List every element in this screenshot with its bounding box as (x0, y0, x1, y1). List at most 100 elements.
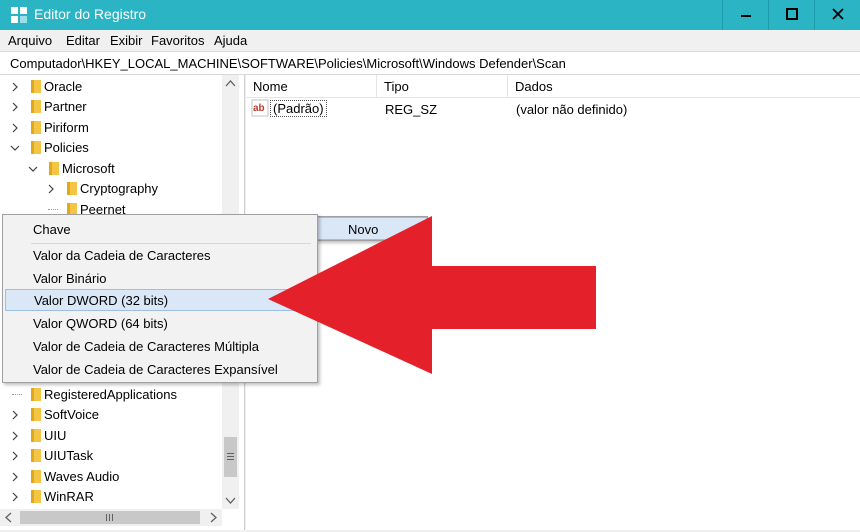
novo-submenu: Chave Valor da Cadeia de Caracteres Valo… (2, 214, 318, 383)
chevron-right-icon[interactable] (8, 121, 22, 135)
tree-item-microsoft[interactable]: Microsoft (26, 159, 220, 179)
folder-icon (31, 470, 41, 483)
submenu-item-qword-value[interactable]: Valor QWORD (64 bits) (3, 312, 317, 334)
close-icon (832, 8, 844, 20)
folder-icon (31, 100, 41, 113)
tree-item-label: Policies (44, 140, 89, 155)
svg-text:ab: ab (253, 103, 265, 114)
tree-item-label: Cryptography (80, 181, 159, 196)
address-path: Computador\HKEY_LOCAL_MACHINE\SOFTWARE\P… (10, 56, 566, 71)
column-header-tipo[interactable]: Tipo (377, 75, 508, 98)
submenu-item-label: Valor DWORD (32 bits) (34, 293, 169, 308)
submenu-item-chave[interactable]: Chave (3, 218, 317, 240)
tree-item-oracle[interactable]: Oracle (8, 77, 220, 97)
grip-icon (106, 514, 113, 521)
submenu-item-label: Valor de Cadeia de Caracteres Múltipla (33, 339, 259, 354)
maximize-button[interactable] (768, 0, 815, 30)
submenu-item-label: Valor da Cadeia de Caracteres (33, 248, 211, 263)
scroll-left-icon[interactable] (0, 509, 17, 526)
tree-horizontal-scrollbar[interactable] (0, 509, 222, 526)
submenu-arrow-icon: › (412, 220, 417, 236)
tree-item-cryptography[interactable]: Cryptography (44, 179, 220, 199)
registry-editor-icon (11, 7, 27, 23)
folder-icon (31, 449, 41, 462)
tree-item-piriform[interactable]: Piriform (8, 118, 220, 138)
chevron-right-icon[interactable] (8, 408, 22, 422)
minimize-button[interactable] (722, 0, 769, 30)
tree-item-winrar[interactable]: WinRAR (8, 487, 220, 507)
submenu-item-binary-value[interactable]: Valor Binário (3, 267, 317, 289)
tree-item-label: RegisteredApplications (44, 387, 177, 402)
submenu-item-label: Valor de Cadeia de Caracteres Expansível (33, 362, 278, 377)
tree-item-uiutask[interactable]: UIUTask (8, 446, 220, 466)
chevron-right-icon[interactable] (44, 182, 58, 196)
tree-item-label: SoftVoice (44, 407, 99, 422)
tree-item-partner[interactable]: Partner (8, 97, 220, 117)
minimize-icon (741, 15, 751, 17)
value-type: REG_SZ (385, 102, 438, 117)
tree-item-softvoice[interactable]: SoftVoice (8, 405, 220, 425)
values-pane: Nome Tipo Dados ab (Padrão) REG_SZ (valo… (246, 75, 860, 530)
value-data: (valor não definido) (516, 102, 628, 117)
chevron-right-icon[interactable] (8, 470, 22, 484)
registry-editor-window: Editor do Registro Arquivo Editar Exibir… (0, 0, 860, 532)
value-name: (Padrão) (270, 100, 327, 117)
hscroll-thumb[interactable] (20, 511, 200, 524)
maximize-icon (786, 8, 798, 20)
folder-icon (31, 388, 41, 401)
chevron-right-icon[interactable] (8, 80, 22, 94)
column-header-label: Tipo (384, 79, 409, 94)
tree-item-policies[interactable]: Policies (8, 138, 220, 158)
submenu-item-dword-value[interactable]: Valor DWORD (32 bits) (5, 289, 315, 311)
scroll-down-icon[interactable] (222, 492, 239, 509)
column-header-nome[interactable]: Nome (246, 75, 377, 98)
submenu-item-label: Chave (33, 222, 71, 237)
tree-item-label: UIU (44, 428, 67, 443)
menu-arquivo[interactable]: Arquivo (8, 33, 52, 48)
scroll-right-icon[interactable] (205, 509, 222, 526)
tree-connector (48, 209, 58, 211)
tree-item-registeredapplications[interactable]: RegisteredApplications (8, 385, 220, 405)
menu-exibir[interactable]: Exibir (110, 33, 143, 48)
folder-icon (31, 408, 41, 421)
submenu-item-string-value[interactable]: Valor da Cadeia de Caracteres (3, 244, 317, 266)
submenu-item-label: Valor Binário (33, 271, 107, 286)
chevron-right-icon[interactable] (8, 100, 22, 114)
tree-item-label: UIUTask (44, 448, 94, 463)
string-value-icon: ab (251, 99, 269, 117)
menu-editar[interactable]: Editar (66, 33, 100, 48)
menu-item-novo-label: Novo (348, 222, 379, 237)
column-header-label: Dados (515, 79, 553, 94)
close-button[interactable] (814, 0, 860, 30)
submenu-item-expandable-string-value[interactable]: Valor de Cadeia de Caracteres Expansível (3, 358, 317, 380)
folder-icon (31, 121, 41, 134)
tree-item-label: Partner (44, 99, 87, 114)
tree-item-label: Piriform (44, 120, 89, 135)
chevron-right-icon[interactable] (8, 429, 22, 443)
menu-item-novo[interactable]: Novo › (317, 217, 427, 240)
chevron-down-icon[interactable] (26, 162, 40, 176)
submenu-item-multi-string-value[interactable]: Valor de Cadeia de Caracteres Múltipla (3, 335, 317, 357)
column-header-label: Nome (253, 79, 288, 94)
context-menu: Novo › (316, 216, 428, 241)
menu-ajuda[interactable]: Ajuda (214, 33, 247, 48)
menu-favoritos[interactable]: Favoritos (151, 33, 204, 48)
folder-icon (31, 141, 41, 154)
address-bar[interactable]: Computador\HKEY_LOCAL_MACHINE\SOFTWARE\P… (0, 51, 860, 75)
window-title: Editor do Registro (34, 6, 147, 22)
scroll-up-icon[interactable] (222, 75, 239, 92)
tree-item-uiu[interactable]: UIU (8, 426, 220, 446)
menu-bar: Arquivo Editar Exibir Favoritos Ajuda (0, 30, 860, 51)
chevron-right-icon[interactable] (8, 490, 22, 504)
tree-item-waves-audio[interactable]: Waves Audio (8, 467, 220, 487)
title-bar[interactable]: Editor do Registro (0, 0, 860, 30)
chevron-down-icon[interactable] (8, 141, 22, 155)
scroll-thumb[interactable] (224, 437, 237, 477)
submenu-item-label: Valor QWORD (64 bits) (33, 316, 168, 331)
chevron-right-icon[interactable] (8, 449, 22, 463)
tree-item-label: Microsoft (62, 161, 115, 176)
folder-icon (67, 182, 77, 195)
folder-icon (31, 490, 41, 503)
column-header-dados[interactable]: Dados (508, 75, 860, 98)
grip-icon (227, 453, 234, 460)
